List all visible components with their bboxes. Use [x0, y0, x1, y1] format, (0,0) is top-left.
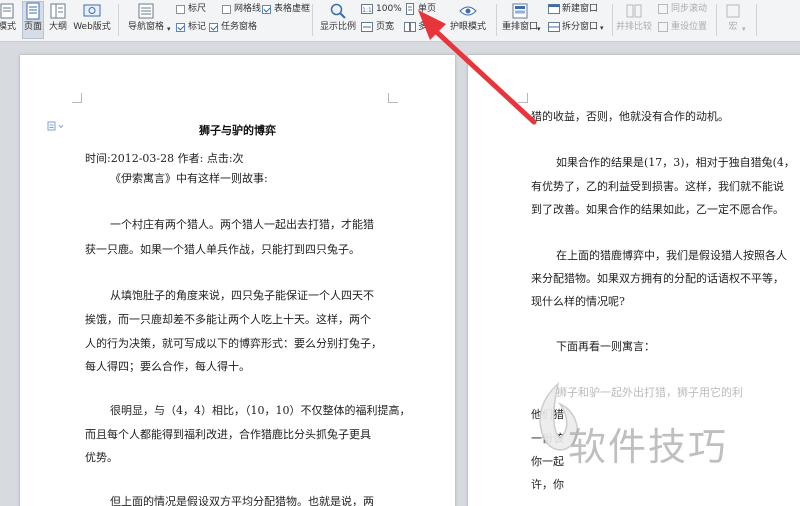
separator	[496, 4, 497, 36]
nav-pane-dropdown-icon[interactable]: ▾	[167, 24, 171, 35]
document-line: 来分配猎物。如果双方拥有的分配的话语权不平等，	[531, 272, 784, 285]
task-pane-label: 任务窗格	[221, 22, 258, 32]
page-view-button[interactable]: 页面	[22, 2, 44, 38]
split-window-icon	[548, 22, 560, 32]
outline-view-button[interactable]: 大纲	[46, 2, 70, 38]
outline-label: 大纲	[48, 22, 67, 32]
table-border-label: 表格虚框	[274, 4, 311, 14]
margin-corner-mark	[388, 93, 398, 103]
document-line: 一个村庄有两个猎人。两个猎人一起出去打猎，才能猎	[110, 218, 374, 231]
document-line: 有优势了，乙的利益受到损害。这样，我们就不能说	[531, 180, 784, 193]
document-title: 狮子与驴的博弈	[199, 124, 276, 137]
document-line: 很明显，与（4，4）相比，（10，10）不仅整体的福利提高，	[110, 404, 411, 417]
new-window-icon	[548, 4, 560, 14]
document-line: 现什么样的情况呢?	[531, 295, 625, 308]
page-width-icon	[361, 22, 373, 32]
document-line: 下面再看一则寓言：	[556, 340, 655, 353]
gridlines-label: 网格线	[234, 4, 262, 14]
margin-corner-mark	[72, 93, 82, 103]
ruler-checkbox[interactable]	[176, 5, 185, 14]
nav-pane-icon	[138, 3, 154, 19]
macro-icon	[726, 4, 740, 18]
zoom-100-button[interactable]: 100%	[376, 4, 402, 15]
separator	[716, 4, 717, 36]
sync-scroll-button[interactable]: 同步滚动	[671, 4, 707, 15]
document-line: 而且每个人都能得到福利改进，合作猎鹿比分头抓兔子更具	[85, 428, 371, 441]
document-line: 但上面的情况是假设双方平均分配猎物。也就是说，两	[110, 495, 374, 506]
web-view-label: Web版式	[73, 22, 111, 32]
document-line: 时间:2012-03-28 作者: 点击:次	[85, 152, 244, 165]
zoom-ratio-label: 显示比例	[319, 22, 356, 32]
macro-dropdown-icon[interactable]: ▾	[742, 24, 746, 35]
document-line: 挨饿，而一只鹿却差不多能让两个人吃上十天。这样，两个	[85, 313, 371, 326]
document-line: 如果合作的结果是(17，3)，相对于独自猎兔(4，	[556, 156, 795, 169]
watermark-text: 软件技巧	[568, 425, 729, 469]
view-ribbon: 模式 页面 大纲 Web版式 导航窗格 ▾ 标尺 网格线 表格虚框 标记 任务窗…	[0, 0, 800, 42]
page-view-icon	[26, 2, 40, 20]
single-page-icon	[406, 3, 414, 15]
zoom-ratio-button[interactable]: 显示比例	[318, 2, 358, 38]
reset-position-icon	[658, 22, 668, 32]
marks-label: 标记	[188, 22, 207, 32]
separator	[756, 4, 757, 36]
eye-mode-button[interactable]: 护眼模式	[446, 2, 490, 38]
gridlines-checkbox[interactable]	[222, 5, 231, 14]
rearrange-window-icon	[512, 3, 528, 19]
side-by-side-button[interactable]: 并排比较	[614, 2, 654, 38]
marks-checkbox[interactable]	[176, 23, 185, 32]
view-mode-icon	[0, 3, 14, 19]
page-view-label: 页面	[23, 22, 42, 32]
svg-text:1:1: 1:1	[362, 7, 372, 14]
zoom-magnifier-icon	[330, 3, 346, 19]
separator	[118, 4, 119, 36]
document-line: 优势。	[85, 451, 118, 464]
ruler-label: 标尺	[188, 4, 207, 14]
zoom-100-icon: 1:1	[361, 4, 373, 14]
multi-page-icon	[404, 22, 416, 32]
document-line: 每人得四；要么合作，每人得十。	[85, 360, 250, 373]
nav-pane-button[interactable]: 导航窗格	[124, 2, 168, 38]
sync-scroll-icon	[658, 4, 668, 14]
document-page-1[interactable]: 狮子与驴的博弈 时间:2012-03-28 作者: 点击:次 《伊索寓言》中有这…	[20, 55, 455, 506]
single-page-button[interactable]: 单页	[418, 4, 436, 15]
task-pane-checkbox[interactable]	[209, 23, 218, 32]
split-window-button[interactable]: 拆分窗口	[562, 22, 598, 33]
reset-position-button[interactable]: 重设位置	[671, 22, 707, 33]
rearrange-window-button[interactable]: 重排窗口	[500, 2, 540, 38]
document-line: 许，你	[531, 478, 564, 491]
table-border-checkbox[interactable]	[262, 5, 271, 14]
split-window-dropdown-icon[interactable]: ▾	[600, 23, 604, 34]
document-line: 从填饱肚子的角度来说，四只兔子能保证一个人四天不	[110, 289, 374, 302]
eye-icon	[459, 6, 477, 16]
web-view-button[interactable]: Web版式	[72, 2, 112, 38]
web-layout-icon	[83, 4, 101, 17]
document-line: 猎的收益，否则，他就没有合作的动机。	[531, 110, 729, 123]
page-width-button[interactable]: 页宽	[376, 22, 394, 33]
document-line: 到了改善。如果合作的结果如此，乙一定不愿合作。	[531, 203, 784, 216]
view-mode-label: 模式	[0, 22, 16, 32]
rearrange-window-label: 重排窗口	[501, 22, 538, 32]
document-line: 《伊索寓言》中有这样一则故事:	[110, 172, 268, 185]
outline-icon	[50, 3, 66, 19]
document-line: 人的行为决策，就可写成以下的博弈形式：要么分别打兔子，	[85, 337, 382, 350]
rearrange-dropdown-icon[interactable]: ▾	[537, 24, 541, 35]
separator	[612, 4, 613, 36]
nav-pane-label: 导航窗格	[127, 22, 164, 32]
margin-corner-mark	[518, 93, 528, 103]
document-line: 在上面的猎鹿博弈中，我们是假设猎人按照各人	[556, 249, 787, 262]
side-by-side-label: 并排比较	[615, 22, 652, 32]
eye-mode-label: 护眼模式	[449, 22, 486, 32]
document-line: 获一只鹿。如果一个猎人单兵作战，只能打到四只兔子。	[85, 243, 360, 256]
side-by-side-icon	[626, 4, 642, 18]
new-window-button[interactable]: 新建窗口	[562, 4, 598, 15]
multi-page-button[interactable]: 多页	[418, 22, 436, 33]
separator	[312, 4, 313, 36]
view-mode-button[interactable]: 模式	[0, 2, 18, 38]
